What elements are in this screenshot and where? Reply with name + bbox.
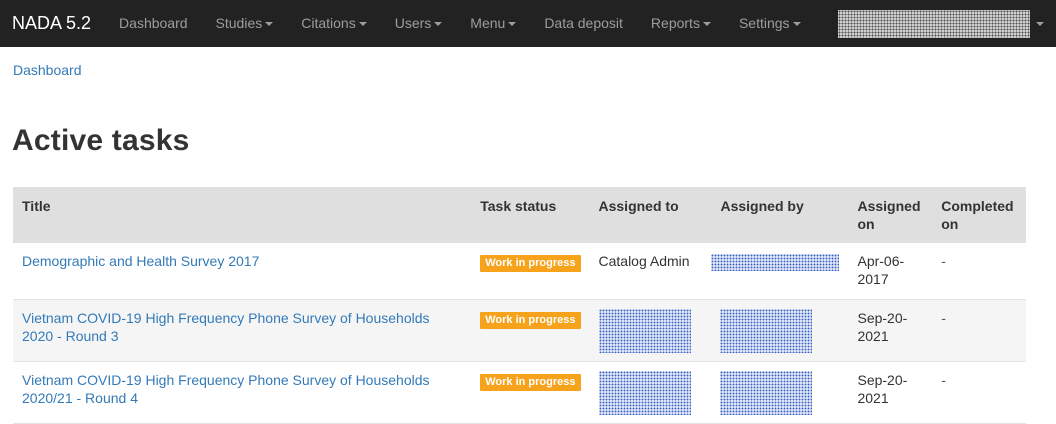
- cell-completed-on: -: [932, 361, 1026, 424]
- table-row: Vietnam COVID-19 High Frequency Phone Su…: [13, 361, 1026, 424]
- nav-settings[interactable]: Settings: [725, 0, 815, 47]
- status-badge: Work in progress: [480, 255, 581, 272]
- tasks-table: Title Task status Assigned to Assigned b…: [13, 187, 1026, 424]
- cell-assigned-on: Sep-20-2021: [848, 299, 933, 362]
- task-title-link[interactable]: Demographic and Health Survey 2017: [22, 253, 259, 269]
- cell-assigned-to: Catalog Admin: [589, 243, 712, 300]
- task-title-link[interactable]: Vietnam COVID-19 High Frequency Phone Su…: [22, 372, 430, 406]
- cell-status: Work in progress: [471, 299, 590, 362]
- table-header-row: Title Task status Assigned to Assigned b…: [13, 187, 1026, 243]
- caret-down-icon: [434, 21, 443, 26]
- nav-label: Data deposit: [544, 15, 623, 31]
- redacted-assigned-by: [720, 370, 813, 415]
- nav-data-deposit[interactable]: Data deposit: [530, 0, 637, 47]
- cell-completed-on: -: [932, 299, 1026, 362]
- column-header-completed-on[interactable]: Completed on: [932, 187, 1026, 243]
- status-badge: Work in progress: [480, 311, 581, 329]
- caret-down-icon: [508, 21, 517, 26]
- nav-label: Studies: [215, 15, 263, 31]
- table-row: Demographic and Health Survey 2017 Work …: [13, 243, 1026, 300]
- nav-label: Dashboard: [119, 15, 188, 31]
- cell-title: Vietnam COVID-19 High Frequency Phone Su…: [13, 361, 472, 424]
- table-row: Vietnam COVID-19 High Frequency Phone Su…: [13, 299, 1026, 362]
- caret-down-icon: [792, 21, 801, 26]
- nav-label: Citations: [301, 15, 356, 31]
- nav-label: Menu: [470, 15, 506, 31]
- column-header-assigned-on[interactable]: Assigned on: [848, 187, 933, 243]
- nav-reports[interactable]: Reports: [637, 0, 725, 47]
- cell-assigned-by: [711, 361, 849, 424]
- column-header-title[interactable]: Title: [13, 187, 472, 243]
- caret-down-icon[interactable]: [1036, 22, 1044, 26]
- cell-completed-on: -: [932, 243, 1026, 300]
- cell-title: Vietnam COVID-19 High Frequency Phone Su…: [13, 299, 472, 362]
- redacted-assigned-by: [711, 253, 840, 271]
- cell-assigned-on: Apr-06-2017: [848, 243, 933, 300]
- cell-assigned-on: Sep-20-2021: [848, 361, 933, 424]
- cell-status: Work in progress: [471, 243, 590, 300]
- top-navbar: NADA 5.2 Dashboard Studies Citations Use…: [0, 0, 1056, 47]
- brand-logo[interactable]: NADA 5.2: [0, 0, 105, 47]
- status-badge: Work in progress: [480, 373, 581, 391]
- nav-label: Reports: [650, 15, 700, 31]
- caret-down-icon: [702, 21, 711, 26]
- redacted-assigned-to: [598, 370, 691, 415]
- task-title-link[interactable]: Vietnam COVID-19 High Frequency Phone Su…: [22, 310, 430, 344]
- cell-assigned-by: [711, 299, 849, 362]
- breadcrumb[interactable]: Dashboard: [13, 62, 82, 78]
- caret-down-icon: [358, 21, 367, 26]
- nav-citations[interactable]: Citations: [287, 0, 380, 47]
- cell-assigned-by: [711, 243, 849, 300]
- column-header-assigned-by[interactable]: Assigned by: [711, 187, 849, 243]
- caret-down-icon: [265, 21, 274, 26]
- cell-assigned-to: [589, 299, 712, 362]
- nav-users[interactable]: Users: [381, 0, 457, 47]
- page-title: Active tasks: [12, 124, 190, 157]
- nav-label: Settings: [738, 15, 790, 31]
- cell-title: Demographic and Health Survey 2017: [13, 243, 472, 300]
- user-menu-redacted[interactable]: [838, 10, 1030, 38]
- nav-label: Users: [394, 15, 432, 31]
- cell-status: Work in progress: [471, 361, 590, 424]
- cell-assigned-to: [589, 361, 712, 424]
- redacted-assigned-by: [720, 308, 813, 353]
- nav-menu[interactable]: Menu: [456, 0, 530, 47]
- nav-studies[interactable]: Studies: [202, 0, 288, 47]
- redacted-assigned-to: [598, 308, 691, 353]
- nav-dashboard[interactable]: Dashboard: [105, 0, 202, 47]
- column-header-task-status[interactable]: Task status: [471, 187, 590, 243]
- column-header-assigned-to[interactable]: Assigned to: [589, 187, 712, 243]
